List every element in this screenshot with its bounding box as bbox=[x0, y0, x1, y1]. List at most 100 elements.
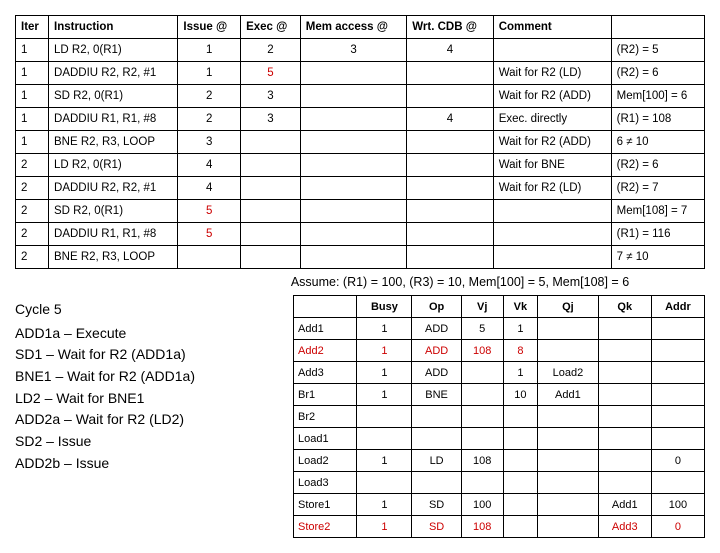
cell-cdb bbox=[407, 200, 493, 223]
col-header: Qj bbox=[538, 296, 599, 318]
table-row: 2BNE R2, R3, LOOP7 ≠ 10 bbox=[16, 246, 705, 269]
cell-comment bbox=[493, 39, 611, 62]
table-row: 1DADDIU R2, R2, #115Wait for R2 (LD)(R2)… bbox=[16, 62, 705, 85]
cell-mem: 3 bbox=[300, 39, 406, 62]
col-header: Wrt. CDB @ bbox=[407, 16, 493, 39]
cell-cdb bbox=[407, 223, 493, 246]
cell-iter: 1 bbox=[16, 131, 49, 154]
cell-issue: 1 bbox=[178, 39, 241, 62]
cell-cdb bbox=[407, 246, 493, 269]
cell-iter: 2 bbox=[16, 223, 49, 246]
cell-iter: 1 bbox=[16, 85, 49, 108]
cell-exec: 2 bbox=[241, 39, 301, 62]
cell-busy bbox=[357, 406, 412, 428]
cell-vj bbox=[461, 406, 503, 428]
cell-busy: 1 bbox=[357, 362, 412, 384]
cell-qk: Add3 bbox=[598, 516, 651, 538]
cell-vk: 1 bbox=[503, 318, 537, 340]
cell-extra: (R2) = 6 bbox=[611, 154, 704, 177]
cell-iter: 2 bbox=[16, 200, 49, 223]
cell-extra: (R2) = 5 bbox=[611, 39, 704, 62]
cell-addr: 100 bbox=[651, 494, 704, 516]
col-header: Comment bbox=[493, 16, 611, 39]
table-row: 1BNE R2, R3, LOOP3Wait for R2 (ADD)6 ≠ 1… bbox=[16, 131, 705, 154]
cell-vk bbox=[503, 450, 537, 472]
cell-name: Add3 bbox=[294, 362, 357, 384]
col-header: Iter bbox=[16, 16, 49, 39]
col-header: Addr bbox=[651, 296, 704, 318]
cell-vk bbox=[503, 494, 537, 516]
cell-qk: Add1 bbox=[598, 494, 651, 516]
cell-name: Store2 bbox=[294, 516, 357, 538]
cell-instr: DADDIU R1, R1, #8 bbox=[49, 108, 178, 131]
cell-vj: 108 bbox=[461, 340, 503, 362]
instruction-table: IterInstructionIssue @Exec @Mem access @… bbox=[15, 15, 705, 269]
cycle-line: ADD2b – Issue bbox=[15, 453, 275, 475]
cell-busy: 1 bbox=[357, 494, 412, 516]
cell-issue: 2 bbox=[178, 85, 241, 108]
cell-mem bbox=[300, 108, 406, 131]
cell-cdb: 4 bbox=[407, 39, 493, 62]
cell-comment: Wait for R2 (ADD) bbox=[493, 85, 611, 108]
cell-vj bbox=[461, 428, 503, 450]
cell-comment bbox=[493, 223, 611, 246]
cell-name: Load1 bbox=[294, 428, 357, 450]
col-header bbox=[294, 296, 357, 318]
cell-issue: 2 bbox=[178, 108, 241, 131]
cell-qj: Load2 bbox=[538, 362, 599, 384]
cell-vk bbox=[503, 406, 537, 428]
cycle-title: Cycle 5 bbox=[15, 299, 275, 321]
cell-instr: BNE R2, R3, LOOP bbox=[49, 246, 178, 269]
table-row: 2DADDIU R2, R2, #14Wait for R2 (LD)(R2) … bbox=[16, 177, 705, 200]
cell-op bbox=[412, 406, 461, 428]
table-row: 1LD R2, 0(R1)1234(R2) = 5 bbox=[16, 39, 705, 62]
cell-cdb bbox=[407, 154, 493, 177]
cell-extra: (R2) = 7 bbox=[611, 177, 704, 200]
cell-op bbox=[412, 428, 461, 450]
cycle-line: SD2 – Issue bbox=[15, 431, 275, 453]
cell-extra: 6 ≠ 10 bbox=[611, 131, 704, 154]
cell-vk: 10 bbox=[503, 384, 537, 406]
cycle-status: Cycle 5 ADD1a – ExecuteSD1 – Wait for R2… bbox=[15, 295, 275, 475]
col-header: Vk bbox=[503, 296, 537, 318]
cell-name: Br1 bbox=[294, 384, 357, 406]
cell-iter: 2 bbox=[16, 177, 49, 200]
cell-exec bbox=[241, 223, 301, 246]
cell-qk bbox=[598, 406, 651, 428]
cell-vk bbox=[503, 472, 537, 494]
cell-qk bbox=[598, 340, 651, 362]
cell-addr bbox=[651, 362, 704, 384]
cell-addr bbox=[651, 406, 704, 428]
cell-busy: 1 bbox=[357, 340, 412, 362]
table-row: 2SD R2, 0(R1)5Mem[108] = 7 bbox=[16, 200, 705, 223]
col-header: Issue @ bbox=[178, 16, 241, 39]
cell-extra: 7 ≠ 10 bbox=[611, 246, 704, 269]
cell-qj bbox=[538, 428, 599, 450]
col-header: Instruction bbox=[49, 16, 178, 39]
cell-exec bbox=[241, 200, 301, 223]
cell-op: SD bbox=[412, 516, 461, 538]
reservation-table: BusyOpVjVkQjQkAddr Add11ADD51Add21ADD108… bbox=[293, 295, 705, 538]
cell-mem bbox=[300, 62, 406, 85]
cell-issue: 1 bbox=[178, 62, 241, 85]
cell-instr: DADDIU R2, R2, #1 bbox=[49, 62, 178, 85]
cell-exec bbox=[241, 154, 301, 177]
cell-qj bbox=[538, 516, 599, 538]
cell-addr bbox=[651, 318, 704, 340]
cell-issue: 3 bbox=[178, 131, 241, 154]
res-row: Load21LD1080 bbox=[294, 450, 705, 472]
cell-busy: 1 bbox=[357, 318, 412, 340]
res-row: Add31ADD1Load2 bbox=[294, 362, 705, 384]
cell-vk bbox=[503, 428, 537, 450]
cell-op: LD bbox=[412, 450, 461, 472]
res-row: Add11ADD51 bbox=[294, 318, 705, 340]
cell-name: Store1 bbox=[294, 494, 357, 516]
col-header: Mem access @ bbox=[300, 16, 406, 39]
cell-cdb bbox=[407, 131, 493, 154]
cell-vj: 100 bbox=[461, 494, 503, 516]
cell-mem bbox=[300, 154, 406, 177]
res-row: Br11BNE10Add1 bbox=[294, 384, 705, 406]
cell-qj bbox=[538, 406, 599, 428]
cell-name: Add1 bbox=[294, 318, 357, 340]
res-row: Store11SD100Add1100 bbox=[294, 494, 705, 516]
